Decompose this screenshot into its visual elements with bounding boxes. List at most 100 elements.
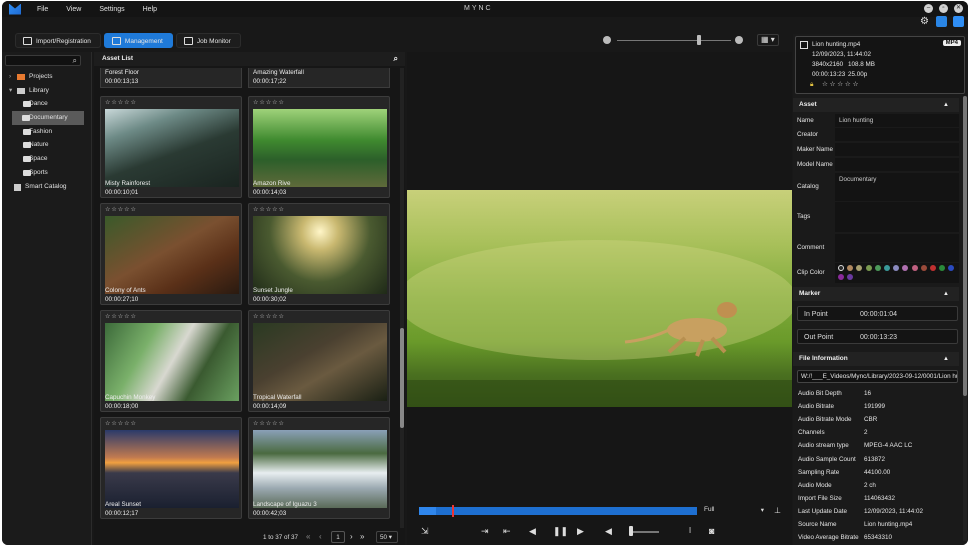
clip-color-swatch[interactable] <box>838 274 844 280</box>
zoom-in-icon[interactable] <box>735 36 743 44</box>
maker-name-input[interactable] <box>835 143 959 156</box>
marker-section-header[interactable]: Marker ▲ <box>793 287 959 301</box>
creator-input[interactable] <box>835 128 959 141</box>
pause-icon[interactable]: ❚❚ <box>553 526 568 536</box>
per-page-select[interactable]: 50 ▾ <box>376 531 398 543</box>
tab-import-registration[interactable]: Import/Registration <box>15 32 101 48</box>
zoom-slider[interactable] <box>617 40 731 41</box>
clip-color-swatch[interactable] <box>930 265 936 271</box>
rating-stars[interactable]: ☆☆☆☆☆ <box>253 206 285 213</box>
grid-view-icon[interactable]: ▦ ▾ <box>757 34 779 46</box>
asset-section-header[interactable]: Asset ▲ <box>793 98 959 112</box>
timeline-bar[interactable] <box>419 507 697 515</box>
mark-out-icon[interactable]: ⇤ <box>503 526 511 536</box>
scrollbar-thumb[interactable] <box>400 328 404 428</box>
video-frame[interactable] <box>407 190 792 407</box>
rating-stars[interactable]: ☆☆☆☆☆ <box>105 206 137 213</box>
tree-smart-catalog[interactable]: Smart Catalog <box>5 180 89 194</box>
menu-file[interactable]: File <box>37 6 48 13</box>
menu-help[interactable]: Help <box>143 6 157 13</box>
clip-color-swatch[interactable] <box>902 265 909 271</box>
tree-library[interactable]: ▾ Library <box>5 84 89 98</box>
list-view-icon[interactable] <box>953 16 964 27</box>
tree-projects[interactable]: › Projects <box>5 70 89 84</box>
layout-management-icon[interactable] <box>936 16 947 27</box>
asset-card[interactable]: ☆☆☆☆☆ Colony of Ants 00:00:27;10 <box>100 203 242 305</box>
tab-management[interactable]: Management <box>103 32 173 48</box>
maximize-icon[interactable]: ▫ <box>939 4 948 13</box>
rating-stars[interactable]: ☆☆☆☆☆ <box>822 81 860 88</box>
library-search-input[interactable]: ⌕ <box>5 55 81 66</box>
clip-color-swatch[interactable] <box>920 265 927 271</box>
asset-card[interactable]: ☆☆☆☆☆ Sunset Jungle 00:00:30;02 <box>248 203 390 305</box>
clip-color-swatch[interactable] <box>884 265 890 271</box>
gear-icon[interactable]: ⚙ <box>920 17 930 27</box>
name-input[interactable]: Lion hunting <box>835 114 959 127</box>
asset-card[interactable]: ☆☆☆☆☆ Areal Sunset 00:00:12;17 <box>100 417 242 519</box>
clip-color-swatch[interactable] <box>911 265 918 271</box>
asset-card[interactable]: ☆☆☆☆☆ Misty Rainforest 00:00:10;01 <box>100 96 242 198</box>
asset-card[interactable]: ☆☆☆☆☆ Tropical Waterfall 00:00:14;09 <box>248 310 390 412</box>
file-info-section-header[interactable]: File Information ▲ <box>793 352 959 366</box>
playhead-marker[interactable] <box>451 505 454 517</box>
tree-folder-space[interactable]: Space <box>5 152 89 166</box>
clip-color-swatch[interactable] <box>939 265 946 271</box>
tab-job-monitor[interactable]: Job Monitor <box>175 32 241 48</box>
prev-page-icon[interactable]: ‹ <box>319 532 322 541</box>
comment-input[interactable] <box>835 234 959 262</box>
select-checkbox[interactable] <box>800 41 808 49</box>
quality-select[interactable]: Full ▾ <box>704 506 766 516</box>
minimize-icon[interactable]: – <box>924 4 933 13</box>
volume-handle[interactable] <box>629 526 633 536</box>
clip-color-swatch[interactable] <box>847 265 854 271</box>
tree-folder-sports[interactable]: Sports <box>5 166 89 180</box>
tree-folder-dance[interactable]: Dance <box>5 97 89 111</box>
collapse-icon[interactable]: ▲ <box>943 352 949 366</box>
tags-input[interactable] <box>835 202 959 232</box>
out-point-field[interactable]: Out Point 00:00:13:23 <box>797 329 958 344</box>
pin-icon[interactable]: ⊥ <box>774 506 781 515</box>
rating-stars[interactable]: ☆☆☆☆☆ <box>253 313 285 320</box>
zoom-slider-handle[interactable] <box>697 35 701 45</box>
asset-card[interactable]: ☆☆☆☆☆ Landscape of Iguazu 3 00:00:42;03 <box>248 417 390 519</box>
close-icon[interactable]: ✕ <box>954 4 963 13</box>
tree-folder-fashion[interactable]: Fashion <box>5 125 89 139</box>
first-page-icon[interactable]: « <box>306 532 310 541</box>
rating-stars[interactable]: ☆☆☆☆☆ <box>253 99 285 106</box>
zoom-out-icon[interactable] <box>603 36 611 44</box>
clip-color-swatch[interactable] <box>893 265 900 271</box>
rating-stars[interactable]: ☆☆☆☆☆ <box>105 420 137 427</box>
clip-color-swatch[interactable] <box>856 265 863 271</box>
collapse-icon[interactable]: ▲ <box>943 287 949 301</box>
lock-icon[interactable]: 🔒︎ <box>810 81 813 89</box>
step-back-icon[interactable]: ◀ <box>529 526 536 536</box>
volume-slider[interactable] <box>629 531 659 533</box>
marker-pin-icon[interactable]: ǀ <box>689 526 691 536</box>
asset-card[interactable]: ☆☆☆☆☆ Amazon Rive 00:00:14;03 <box>248 96 390 198</box>
in-point-field[interactable]: In Point 00:00:01:04 <box>797 306 958 321</box>
model-name-input[interactable] <box>835 158 959 171</box>
clip-color-swatch[interactable] <box>847 274 854 280</box>
asset-card[interactable]: Amazing Waterfall 00:00:17;22 <box>248 68 390 88</box>
snapshot-icon[interactable]: ◙ <box>709 526 714 536</box>
catalog-input[interactable]: Documentary <box>835 173 959 201</box>
last-page-icon[interactable]: » <box>360 532 364 541</box>
scrollbar-thumb[interactable] <box>963 96 967 396</box>
asset-card[interactable]: Forest Floor 00:00:13;13 <box>100 68 242 88</box>
asset-card[interactable]: ☆☆☆☆☆ Capuchin Monkey 00:00:18;00 <box>100 310 242 412</box>
rating-stars[interactable]: ☆☆☆☆☆ <box>105 99 137 106</box>
volume-icon[interactable]: ◀ <box>605 526 612 536</box>
next-page-icon[interactable]: › <box>350 532 353 541</box>
rating-stars[interactable]: ☆☆☆☆☆ <box>253 420 285 427</box>
collapse-icon[interactable]: ▲ <box>943 98 949 112</box>
file-path-field[interactable]: W:/!___E_Videos/Mync/Library/2023-09-12/… <box>797 370 958 383</box>
menu-view[interactable]: View <box>66 6 81 13</box>
tree-folder-documentary[interactable]: Documentary <box>12 111 84 125</box>
rating-stars[interactable]: ☆☆☆☆☆ <box>105 313 137 320</box>
play-icon[interactable]: ▶ <box>577 526 584 536</box>
clip-color-swatch[interactable] <box>874 265 881 271</box>
search-icon[interactable]: ⌕ <box>394 52 398 66</box>
export-icon[interactable]: ⇲ <box>421 526 429 536</box>
clip-color-swatch[interactable] <box>948 265 955 271</box>
menu-settings[interactable]: Settings <box>99 6 124 13</box>
